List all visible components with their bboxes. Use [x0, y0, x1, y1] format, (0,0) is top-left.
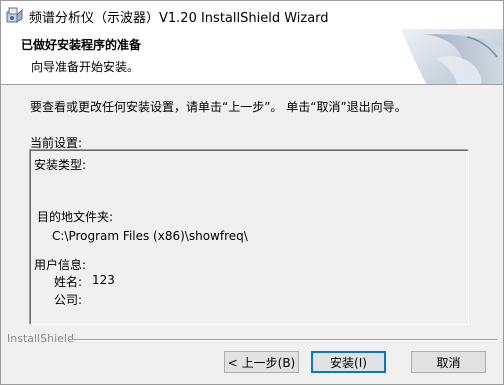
installer-icon	[6, 6, 24, 24]
window-title: 频谱分析仪（示波器）V1.20 InstallShield Wizard	[29, 11, 329, 26]
name-value: 123	[92, 273, 115, 287]
destination-folder-label: 目的地文件夹:	[37, 210, 114, 224]
instruction-text: 要查看或更改任何安装设置，请单击“上一步”。 单击“取消”退出向导。	[30, 100, 407, 114]
user-info-label: 用户信息:	[34, 258, 87, 272]
setup-type-label: 安装类型:	[34, 158, 87, 172]
back-button[interactable]: < 上一步(B)	[224, 351, 299, 373]
name-label: 姓名:	[54, 275, 83, 289]
installshield-wizard-window: 频谱分析仪（示波器）V1.20 InstallShield Wizard 已做好…	[0, 0, 504, 385]
company-label: 公司:	[54, 293, 83, 307]
header-subtitle: 向导准备开始安装。	[31, 60, 140, 74]
installshield-brand: InstallShield	[7, 332, 74, 345]
wizard-header: 已做好安装程序的准备 向导准备开始安装。	[1, 29, 503, 85]
install-button[interactable]: 安装(I)	[311, 351, 386, 373]
footer-divider	[69, 339, 497, 341]
folded-page-graphic	[397, 29, 503, 84]
title-bar: 频谱分析仪（示波器）V1.20 InstallShield Wizard	[1, 1, 503, 29]
destination-path: C:\Program Files (x86)\showfreq\	[52, 229, 248, 243]
cancel-button[interactable]: 取消	[411, 351, 486, 373]
current-settings-box[interactable]: 安装类型: 目的地文件夹: C:\Program Files (x86)\sho…	[29, 149, 469, 325]
header-title: 已做好安装程序的准备	[21, 38, 142, 52]
